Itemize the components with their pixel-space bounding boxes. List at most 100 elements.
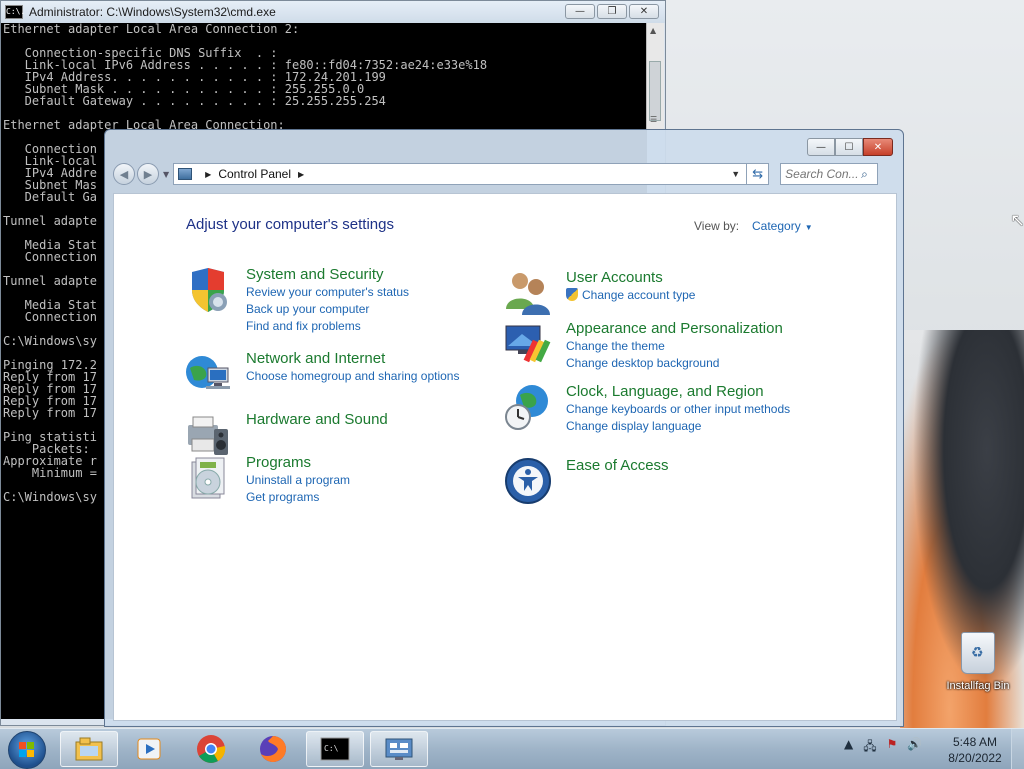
cmd-titlebar[interactable]: C:\. Administrator: C:\Windows\System32\… <box>1 1 665 23</box>
link-change-account-type[interactable]: Change account type <box>566 287 695 304</box>
scroll-down-icon[interactable]: ☰ <box>650 115 657 124</box>
recent-pages-dropdown[interactable]: ▼ <box>163 170 169 179</box>
globe-network-icon[interactable] <box>184 350 232 398</box>
category-user-accounts: User Accounts Change account type <box>506 269 695 315</box>
chrome-icon <box>197 735 226 763</box>
category-title[interactable]: User Accounts <box>566 269 695 287</box>
recycle-bin-label[interactable]: Installfag Bin <box>938 680 1018 692</box>
category-programs: Programs Uninstall a program Get program… <box>191 454 350 506</box>
console-line: Ethernet adapter Local Area Connection 2… <box>3 23 300 36</box>
start-button[interactable] <box>8 731 46 769</box>
users-icon[interactable] <box>504 269 552 317</box>
clock-globe-icon[interactable] <box>504 383 552 431</box>
ease-of-access-icon[interactable] <box>504 457 552 505</box>
chevron-down-icon: ▼ <box>804 223 813 232</box>
cmd-scroll-thumb[interactable] <box>649 61 661 121</box>
link-uninstall-program[interactable]: Uninstall a program <box>246 472 350 489</box>
explorer-icon <box>75 737 103 761</box>
clock-time: 5:48 AM <box>952 735 998 749</box>
link-backup[interactable]: Back up your computer <box>246 301 409 318</box>
category-title[interactable]: Clock, Language, and Region <box>566 383 790 401</box>
minimize-icon: — <box>575 6 585 17</box>
back-button[interactable]: ◀ <box>113 163 135 185</box>
programs-icon[interactable] <box>184 454 232 502</box>
cmd-scrollbar[interactable]: ▲ ☰ <box>646 23 664 129</box>
address-dropdown-icon[interactable]: ▼ <box>731 169 740 179</box>
category-appearance: Appearance and Personalization Change th… <box>505 320 783 372</box>
category-title[interactable]: System and Security <box>246 266 409 284</box>
mouse-cursor-icon: ↖ <box>1010 210 1024 231</box>
close-icon: ✕ <box>639 6 649 17</box>
taskbar-firefox[interactable] <box>244 731 302 767</box>
view-by-value[interactable]: Category <box>752 219 801 233</box>
page-heading: Adjust your computer's settings <box>186 216 394 233</box>
cp-close-button[interactable]: ✕ <box>863 138 893 156</box>
control-panel-icon <box>178 168 193 180</box>
refresh-icon: ⇆ <box>752 166 764 182</box>
taskbar-clock[interactable]: 5:48 AM 8/20/2022 <box>940 734 1010 766</box>
taskbar-control-panel[interactable] <box>370 731 428 767</box>
navigation-bar: ◀ ▶ ▼ ▶ Control Panel ▶ ▼ ⇆ ⌕ <box>113 162 895 186</box>
cp-minimize-button[interactable]: — <box>807 138 835 156</box>
category-title[interactable]: Network and Internet <box>246 350 459 368</box>
windows-logo-icon <box>19 742 35 758</box>
network-icon[interactable]: 🖧 <box>863 737 876 758</box>
cmd-maximize-button[interactable]: ❐ <box>597 4 627 19</box>
scroll-up-icon[interactable]: ▲ <box>650 26 656 35</box>
search-icon[interactable]: ⌕ <box>861 167 868 182</box>
cmd-minimize-button[interactable]: — <box>565 4 595 19</box>
link-change-theme[interactable]: Change the theme <box>566 338 783 355</box>
link-text[interactable]: Change account type <box>582 288 695 302</box>
link-change-display-language[interactable]: Change display language <box>566 418 790 435</box>
category-network-internet: Network and Internet Choose homegroup an… <box>186 350 459 389</box>
uac-shield-icon <box>566 288 578 301</box>
printer-speaker-icon[interactable] <box>184 411 232 459</box>
firefox-icon <box>260 736 286 762</box>
link-review-status[interactable]: Review your computer's status <box>246 284 409 301</box>
taskbar-explorer[interactable] <box>60 731 118 767</box>
recycle-bin[interactable]: Installfag Bin <box>938 632 1018 692</box>
volume-icon[interactable]: 🔊 <box>907 737 922 758</box>
back-arrow-icon: ◀ <box>119 167 129 181</box>
breadcrumb-chevron-icon[interactable]: ▶ <box>205 170 211 179</box>
category-title[interactable]: Ease of Access <box>566 457 669 475</box>
view-by-dropdown[interactable]: Category ▼ <box>752 219 813 233</box>
category-title[interactable]: Programs <box>246 454 350 472</box>
recycle-bin-icon[interactable] <box>961 632 995 674</box>
breadcrumb-control-panel[interactable]: Control Panel <box>218 167 291 181</box>
category-hardware-sound: Hardware and Sound <box>188 411 388 455</box>
category-title[interactable]: Hardware and Sound <box>246 411 388 429</box>
control-panel-content: Adjust your computer's settings View by:… <box>113 193 897 721</box>
cp-maximize-button[interactable]: ☐ <box>835 138 863 156</box>
forward-button[interactable]: ▶ <box>137 163 159 185</box>
refresh-button[interactable]: ⇆ <box>747 163 770 185</box>
category-ease-of-access: Ease of Access <box>505 457 669 504</box>
show-hidden-icons-icon[interactable]: ▲ <box>844 737 853 758</box>
link-find-fix[interactable]: Find and fix problems <box>246 318 409 335</box>
action-center-icon[interactable]: ⚑ <box>887 737 898 758</box>
link-homegroup[interactable]: Choose homegroup and sharing options <box>246 368 459 385</box>
link-change-keyboards[interactable]: Change keyboards or other input methods <box>566 401 790 418</box>
search-input[interactable] <box>785 167 860 181</box>
taskbar-cmd[interactable]: C:\ <box>306 731 364 767</box>
search-box[interactable]: ⌕ <box>780 163 879 185</box>
show-desktop-button[interactable] <box>1011 729 1024 769</box>
appearance-icon[interactable] <box>504 320 552 368</box>
cmd-close-button[interactable]: ✕ <box>629 4 659 19</box>
view-by-label: View by: <box>694 219 740 233</box>
taskbar: C:\ ▲ 🖧 ⚑ 🔊 5:48 AM 8/20/2022 <box>0 728 1024 769</box>
cmd-window-title: Administrator: C:\Windows\System32\cmd.e… <box>29 5 276 19</box>
close-icon: ✕ <box>873 141 883 153</box>
maximize-icon: ☐ <box>844 141 854 153</box>
control-panel-window[interactable]: — ☐ ✕ ◀ ▶ ▼ ▶ Control Panel ▶ ▼ ⇆ ⌕ Adju… <box>104 129 904 727</box>
shield-icon[interactable] <box>184 266 232 314</box>
restore-icon: ❐ <box>607 6 617 17</box>
link-change-background[interactable]: Change desktop background <box>566 355 783 372</box>
breadcrumb-chevron-icon[interactable]: ▶ <box>298 170 304 179</box>
taskbar-chrome[interactable] <box>182 731 240 767</box>
console-line: Default Gateway . . . . . . . . . : 25.2… <box>3 94 386 108</box>
address-bar[interactable]: ▶ Control Panel ▶ ▼ <box>173 163 748 185</box>
link-get-programs[interactable]: Get programs <box>246 489 350 506</box>
taskbar-media-player[interactable] <box>120 731 178 767</box>
category-title[interactable]: Appearance and Personalization <box>566 320 783 338</box>
